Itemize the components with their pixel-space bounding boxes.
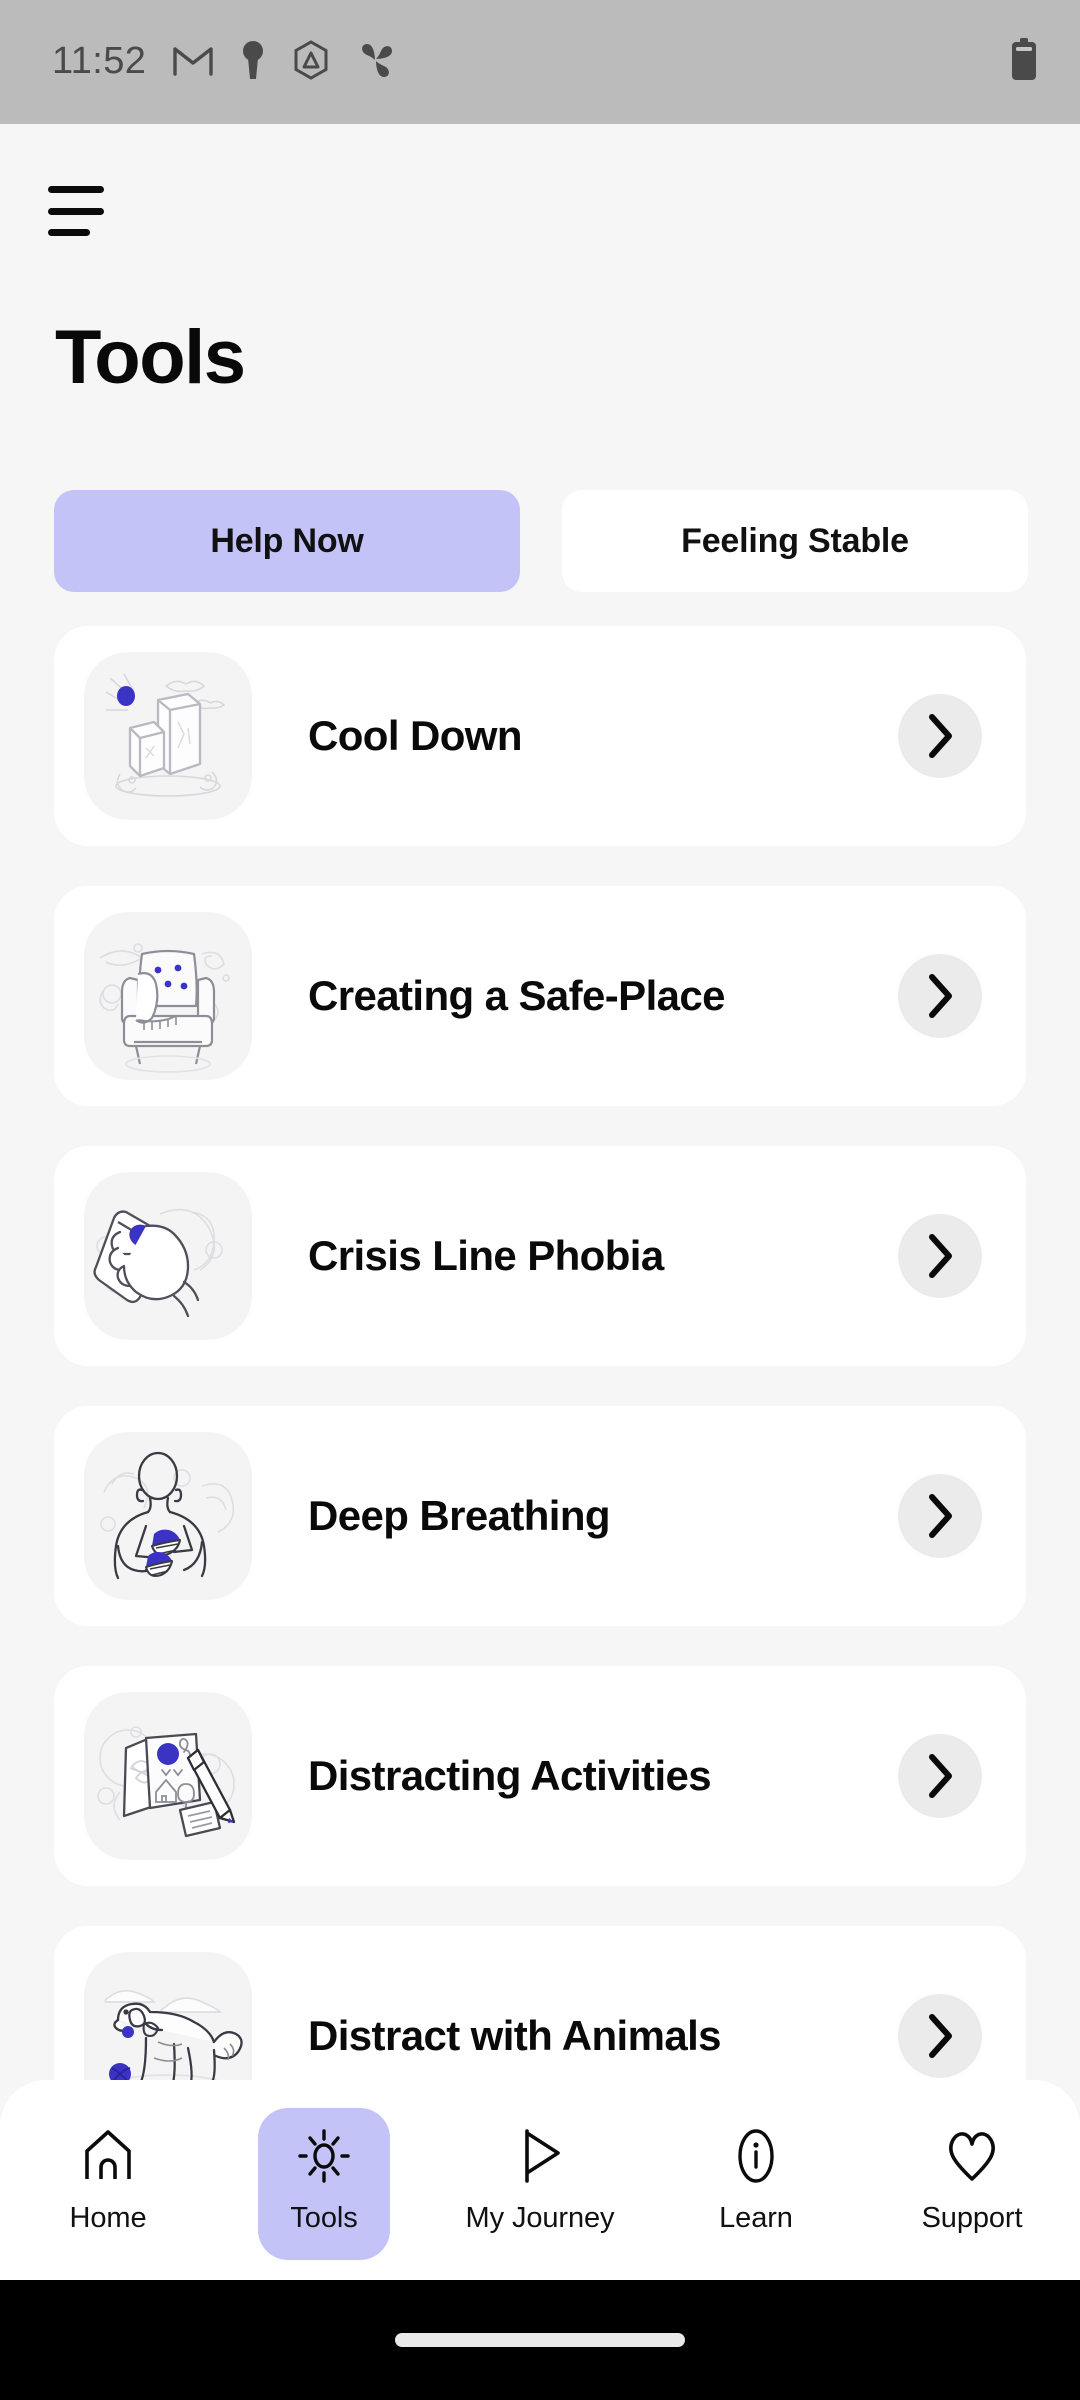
hand-phone-illustration	[84, 1172, 252, 1340]
app-screen: 11:52 Tools Help Now Feeling Stable Cool…	[0, 0, 1080, 2400]
pinwheel-icon	[356, 40, 396, 85]
nav-label: Learn	[719, 2202, 793, 2234]
list-item-label: Distracting Activities	[308, 1752, 712, 1799]
tools-list[interactable]: Cool Down Creating a Safe-Place Crisis L…	[0, 626, 1080, 2106]
status-clock: 11:52	[52, 40, 147, 82]
bottom-navigation-bar: Home Tools My Journey Learn Support	[0, 2080, 1080, 2280]
chevron-right-icon[interactable]	[898, 1734, 982, 1818]
home-icon	[79, 2127, 137, 2190]
list-item[interactable]: Distracting Activities	[54, 1666, 1026, 1886]
nav-item-learn[interactable]: Learn	[648, 2080, 864, 2280]
chevron-right-icon[interactable]	[898, 1994, 982, 2078]
status-bar-left: 11:52	[52, 39, 396, 85]
hamburger-line	[48, 207, 104, 215]
gmail-icon	[172, 43, 214, 82]
tab-help-now[interactable]: Help Now	[54, 490, 520, 592]
key-icon	[240, 40, 266, 85]
chevron-right-icon[interactable]	[898, 694, 982, 778]
list-item[interactable]: Cool Down	[54, 626, 1026, 846]
list-item-label: Crisis Line Phobia	[308, 1232, 664, 1279]
tab-bar: Help Now Feeling Stable	[54, 490, 1029, 592]
hamburger-line	[48, 186, 104, 193]
nav-label: Home	[69, 2202, 147, 2234]
system-gesture-bar	[0, 2280, 1080, 2400]
list-item[interactable]: Deep Breathing	[54, 1406, 1026, 1626]
brightness-sun-icon	[295, 2127, 353, 2190]
nav-label: My Journey	[465, 2202, 615, 2234]
chevron-right-icon[interactable]	[898, 1214, 982, 1298]
list-item-label: Cool Down	[308, 712, 522, 759]
hamburger-line	[48, 229, 90, 236]
info-circle-icon	[727, 2127, 785, 2190]
nav-item-my-journey[interactable]: My Journey	[432, 2080, 648, 2280]
chevron-right-icon[interactable]	[898, 954, 982, 1038]
armchair-illustration	[84, 912, 252, 1080]
list-item[interactable]: Creating a Safe-Place	[54, 886, 1026, 1106]
nav-item-home[interactable]: Home	[0, 2080, 216, 2280]
page-title: Tools	[55, 315, 246, 400]
hamburger-menu-icon[interactable]	[48, 180, 120, 242]
list-item-label: Deep Breathing	[308, 1492, 611, 1539]
triangle-hexagon-icon	[292, 39, 330, 85]
nav-item-support[interactable]: Support	[864, 2080, 1080, 2280]
battery-icon	[1010, 37, 1038, 87]
nav-item-tools[interactable]: Tools	[216, 2080, 432, 2280]
drawing-pencil-illustration	[84, 1692, 252, 1860]
heart-icon	[943, 2127, 1001, 2190]
gesture-pill[interactable]	[395, 2333, 685, 2347]
nav-label: Support	[921, 2202, 1023, 2234]
play-flag-icon	[511, 2127, 569, 2190]
nav-label: Tools	[290, 2202, 358, 2234]
ice-cubes-illustration	[84, 652, 252, 820]
tab-feeling-stable[interactable]: Feeling Stable	[562, 490, 1028, 592]
list-item[interactable]: Distract with Animals	[54, 1926, 1026, 2106]
chevron-right-icon[interactable]	[898, 1474, 982, 1558]
list-item-label: Distract with Animals	[308, 2012, 722, 2059]
status-bar-right	[1010, 37, 1038, 87]
list-item[interactable]: Crisis Line Phobia	[54, 1146, 1026, 1366]
list-item-label: Creating a Safe-Place	[308, 972, 726, 1019]
status-bar: 11:52	[0, 0, 1080, 124]
breathing-person-illustration	[84, 1432, 252, 1600]
